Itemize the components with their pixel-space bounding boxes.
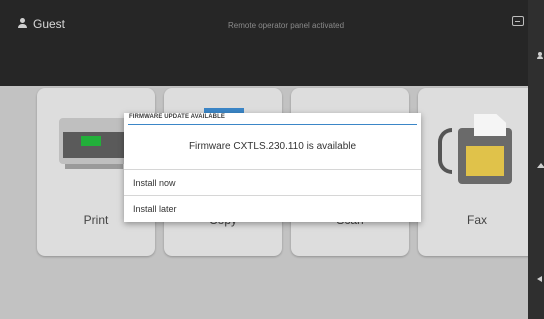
firmware-update-dialog: FIRMWARE UPDATE AVAILABLE Firmware CXTLS… — [124, 113, 421, 222]
install-later-label: Install later — [133, 204, 177, 214]
dialog-message: Firmware CXTLS.230.110 is available — [188, 141, 357, 152]
remote-panel-status: Remote operator panel activated — [228, 21, 345, 30]
fax-tile[interactable]: Fax — [418, 88, 528, 256]
home-icon[interactable] — [537, 163, 544, 168]
top-bar: Guest Remote operator panel activated — [0, 0, 528, 86]
user-icon[interactable] — [537, 52, 544, 59]
install-now-label: Install now — [133, 178, 176, 188]
side-nav-bar — [528, 0, 544, 319]
install-now-option[interactable]: Install now — [124, 169, 421, 196]
fax-icon — [438, 114, 528, 184]
fax-tile-label: Fax — [466, 213, 487, 227]
dialog-divider — [128, 124, 417, 125]
printer-icon — [59, 110, 129, 172]
back-icon[interactable] — [537, 276, 542, 282]
install-later-option[interactable]: Install later — [124, 195, 421, 222]
keyboard-icon[interactable] — [512, 16, 524, 26]
user-name[interactable]: Guest — [33, 17, 65, 31]
page-indicator — [281, 313, 295, 317]
dialog-title: FIRMWARE UPDATE AVAILABLE — [129, 114, 225, 120]
user-icon — [18, 18, 27, 28]
printer-home-screen: Guest Remote operator panel activated Pr… — [0, 0, 528, 319]
